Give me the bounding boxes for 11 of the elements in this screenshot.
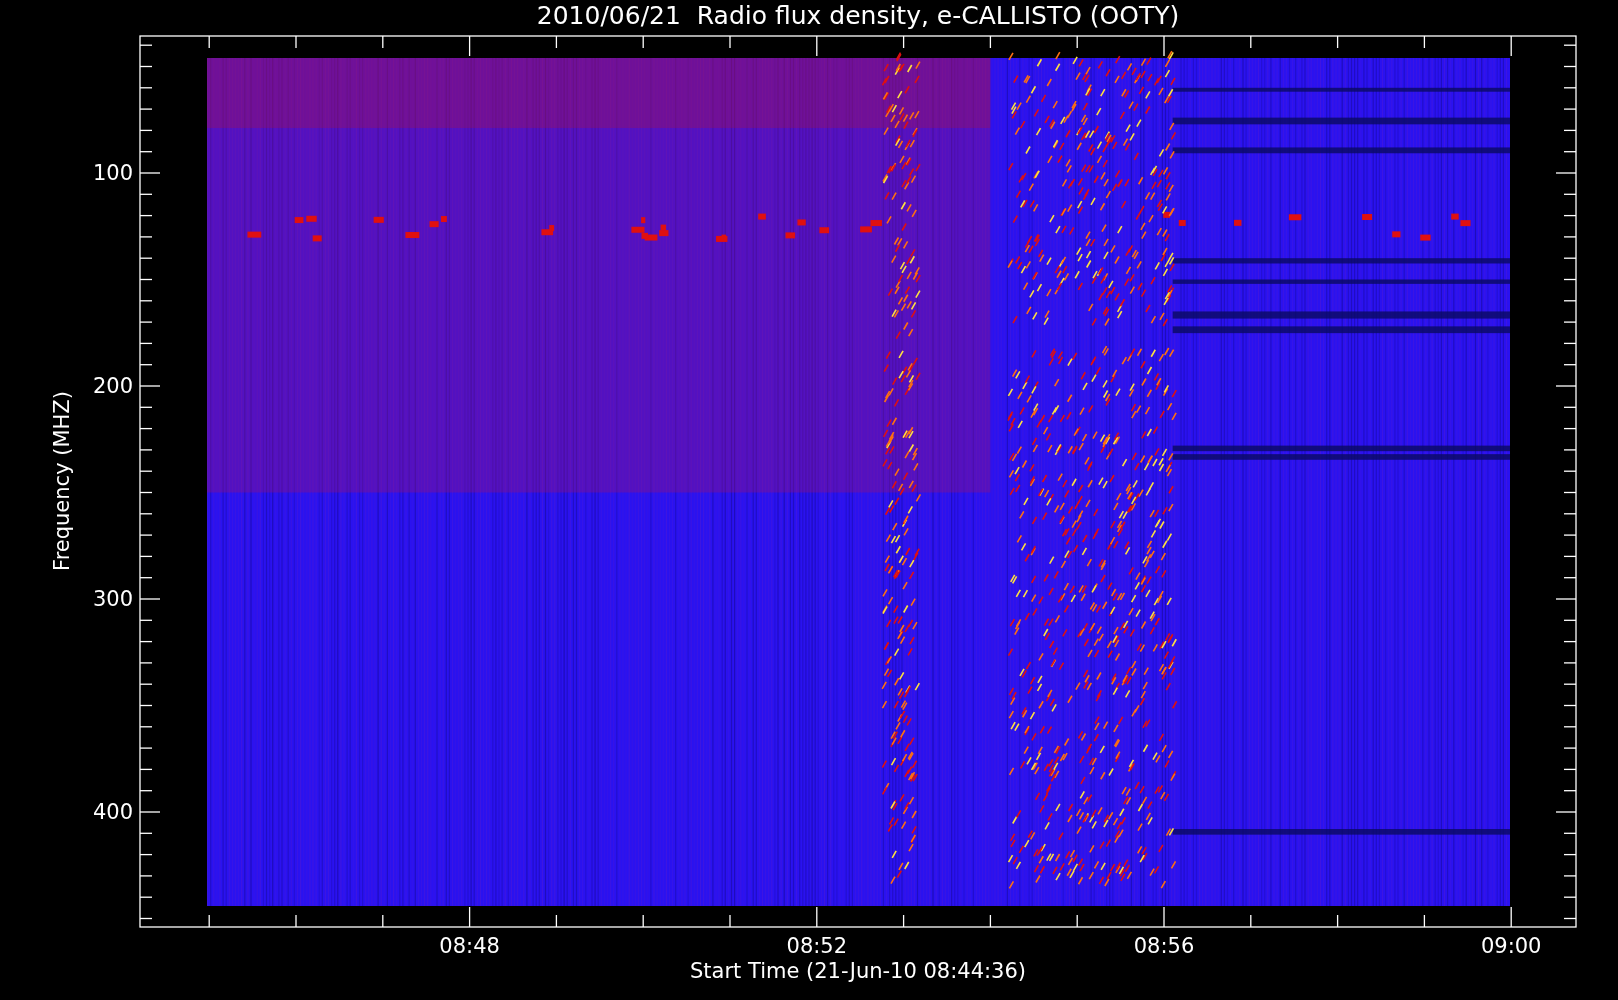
x-axis-label: Start Time (21-Jun-10 08:44:36) xyxy=(690,959,1026,983)
x-tick-label: 08:52 xyxy=(786,934,848,958)
y-axis-label: Frequency (MHZ) xyxy=(50,391,74,571)
x-tick-label: 09:00 xyxy=(1480,934,1542,958)
y-tick-label: 200 xyxy=(92,374,133,398)
x-tick-label: 08:48 xyxy=(439,934,500,958)
x-tick-label: 08:56 xyxy=(1133,934,1195,958)
y-tick-label: 300 xyxy=(92,587,133,611)
chart-title: 2010/06/21 Radio flux density, e-CALLISTO (OOTY) xyxy=(536,1,1180,30)
y-tick-label: 100 xyxy=(92,161,133,185)
y-tick-label: 400 xyxy=(92,800,133,824)
